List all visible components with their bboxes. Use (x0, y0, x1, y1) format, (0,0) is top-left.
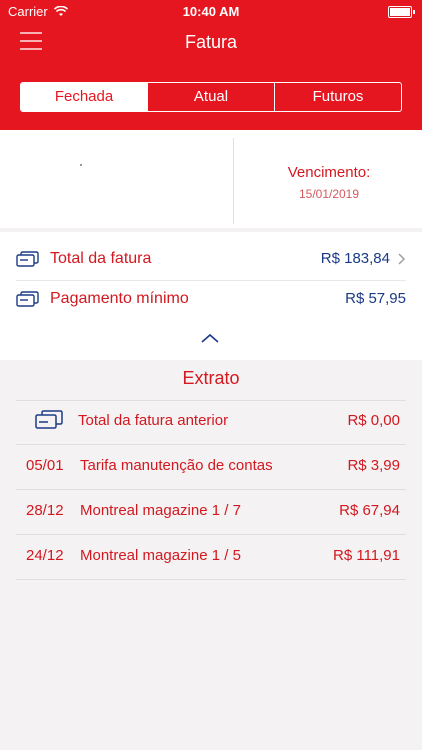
list-item-date: 24/12 (26, 547, 64, 564)
tab-fechada[interactable]: Fechada (21, 83, 147, 111)
tab-futuros[interactable]: Futuros (274, 83, 401, 111)
due-date-block: Vencimento: 15/01/2019 (236, 164, 422, 201)
segmented-control: Fechada Atual Futuros (20, 82, 402, 112)
battery-icon (388, 6, 415, 18)
status-time: 10:40 AM (182, 4, 240, 19)
summary-divider (233, 138, 234, 224)
list-item-amount: R$ 3,99 (347, 457, 400, 474)
total-fatura-row[interactable]: Total da fatura R$ 183,84 (16, 240, 406, 281)
invoice-summary: Vencimento: 15/01/2019 (0, 130, 422, 228)
page-title: Fatura (184, 32, 238, 52)
list-item-amount: R$ 0,00 (347, 412, 400, 429)
tab-bar: Fechada Atual Futuros (0, 66, 422, 130)
pagamento-minimo-row: Pagamento mínimo R$ 57,95 (16, 280, 406, 320)
card-icon (16, 251, 39, 267)
divider (16, 579, 406, 580)
due-label: Vencimento: (287, 164, 371, 181)
list-item-description: Tarifa manutenção de contas (80, 457, 273, 474)
list-item: 05/01 Tarifa manutenção de contas R$ 3,9… (16, 445, 406, 489)
list-item-description: Montreal magazine 1 / 7 (80, 502, 241, 519)
extrato-title: Extrato (182, 368, 240, 388)
list-item: 24/12 Montreal magazine 1 / 5 R$ 111,91 (16, 535, 406, 579)
pagamento-minimo-label: Pagamento mínimo (50, 290, 189, 307)
chevron-right-icon (398, 253, 406, 265)
total-fatura-value: R$ 183,84 (320, 250, 390, 267)
list-item-date: 05/01 (26, 457, 64, 474)
card-icon (16, 291, 39, 307)
due-date: 15/01/2019 (298, 187, 360, 201)
status-bar: Carrier 10:40 AM (0, 0, 422, 24)
app-header: Fatura (0, 24, 422, 66)
decorative-dot (80, 164, 82, 166)
chevron-up-icon[interactable] (200, 332, 220, 344)
list-item-date: 28/12 (26, 502, 64, 519)
tab-atual[interactable]: Atual (147, 83, 274, 111)
card-icon (35, 410, 63, 429)
total-fatura-label: Total da fatura (50, 250, 152, 267)
list-item-description: Montreal magazine 1 / 5 (80, 547, 241, 564)
pagamento-minimo-value: R$ 57,95 (345, 290, 406, 307)
list-item: Total da fatura anterior R$ 0,00 (16, 400, 406, 444)
list-item-description: Total da fatura anterior (78, 412, 229, 429)
list-item-amount: R$ 67,94 (339, 502, 400, 519)
totals-card: Total da fatura R$ 183,84 Pagamento míni… (0, 232, 422, 360)
list-item: 28/12 Montreal magazine 1 / 7 R$ 67,94 (16, 490, 406, 534)
list-item-amount: R$ 111,91 (333, 547, 400, 564)
